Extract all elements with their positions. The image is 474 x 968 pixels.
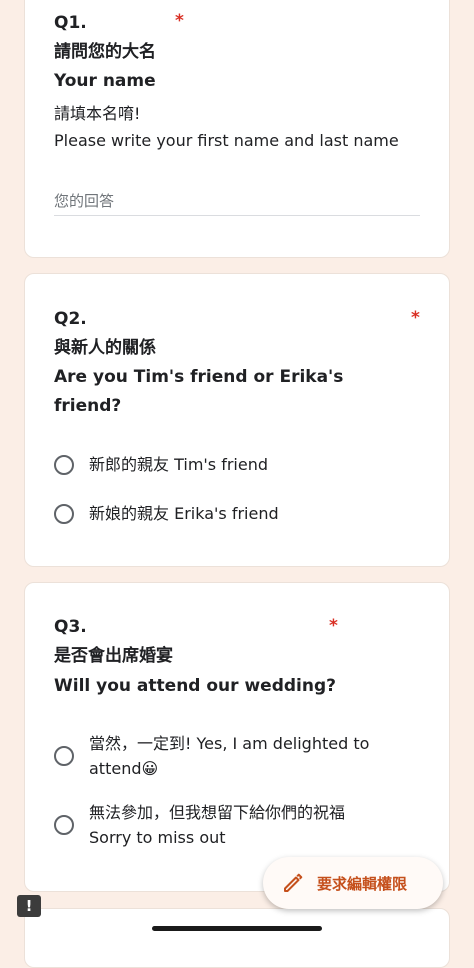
q2-title-en-line2: friend?: [54, 396, 122, 416]
q1-number: Q1.: [54, 13, 87, 33]
option-label: 新娘的親友 Erika's friend: [89, 504, 279, 523]
option-label-line2: Sorry to miss out: [89, 828, 226, 847]
q2-option-tim[interactable]: 新郎的親友 Tim's friend: [54, 452, 429, 477]
q3-title-en: Will you attend our wedding?: [54, 676, 336, 696]
request-edit-access-label: 要求編輯權限: [317, 874, 408, 893]
q2-number: Q2.: [54, 309, 87, 329]
q3-option-attend[interactable]: 當然，一定到! Yes, I am delighted to attend😀: [54, 731, 429, 781]
q2-option-erika[interactable]: 新娘的親友 Erika's friend: [54, 501, 429, 526]
question-card-next: [24, 908, 450, 968]
report-icon[interactable]: !: [17, 895, 41, 917]
q3-title-zh: 是否會出席婚宴: [54, 646, 173, 666]
q1-desc-zh: 請填本名唷!: [54, 104, 141, 123]
question-card-q3: Q3. * 是否會出席婚宴 Will you attend our weddin…: [24, 582, 450, 892]
q1-desc-en: Please write your first name and last na…: [54, 131, 399, 150]
radio-button[interactable]: [54, 746, 74, 766]
option-label: 新郎的親友 Tim's friend: [89, 455, 269, 474]
q2-title-zh: 與新人的關係: [54, 338, 156, 358]
request-edit-access-button[interactable]: 要求編輯權限: [263, 857, 443, 909]
q3-required-mark: *: [329, 616, 338, 636]
option-label-line1: 無法參加，但我想留下給你們的祝福: [89, 803, 346, 822]
question-card-q2: Q2. * 與新人的關係 Are you Tim's friend or Eri…: [24, 273, 450, 567]
q2-required-mark: *: [411, 308, 420, 328]
radio-button[interactable]: [54, 815, 74, 835]
radio-button[interactable]: [54, 454, 74, 475]
option-label-line2: attend😀: [89, 759, 159, 778]
question-card-q1: Q1. * 請問您的大名 Your name 請填本名唷! Please wri…: [24, 0, 450, 258]
pencil-icon: [284, 873, 303, 892]
option-label: 無法參加，但我想留下給你們的祝福 Sorry to miss out: [89, 800, 345, 850]
q2-title-en-line1: Are you Tim's friend or Erika's: [54, 367, 344, 387]
option-label-line1: 當然，一定到! Yes, I am delighted to: [89, 734, 370, 753]
q3-option-miss[interactable]: 無法參加，但我想留下給你們的祝福 Sorry to miss out: [54, 800, 429, 850]
q1-title-zh: 請問您的大名: [54, 42, 156, 62]
q1-required-mark: *: [175, 11, 184, 31]
name-answer-input[interactable]: [54, 186, 420, 216]
radio-button[interactable]: [54, 503, 74, 524]
home-indicator: [152, 926, 322, 931]
q1-title-en: Your name: [54, 71, 156, 91]
option-label: 當然，一定到! Yes, I am delighted to attend😀: [89, 731, 369, 781]
q3-number: Q3.: [54, 617, 87, 637]
